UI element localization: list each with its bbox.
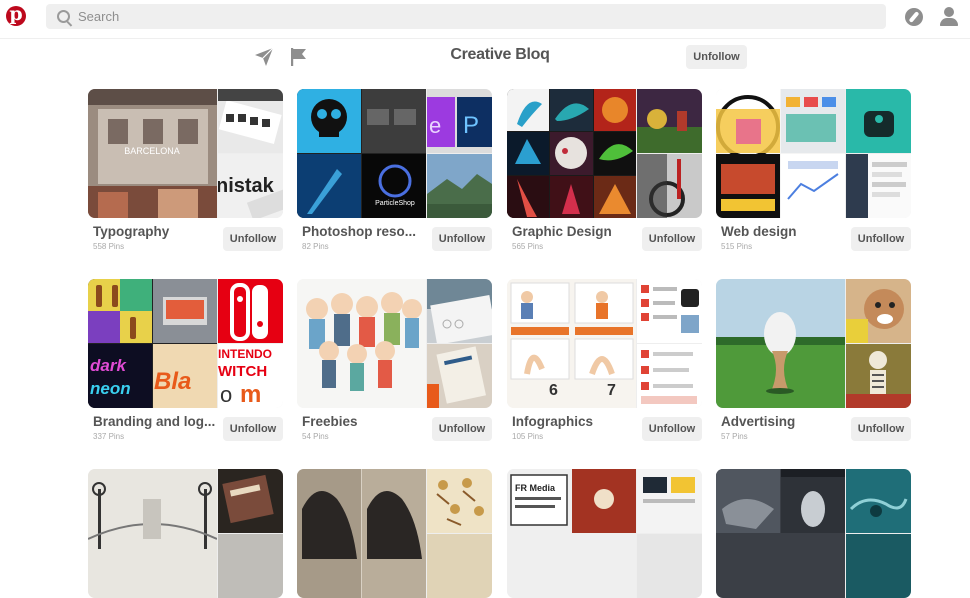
board-pin-count: 337 Pins bbox=[93, 432, 125, 441]
cover-image bbox=[846, 344, 911, 408]
board-cover[interactable] bbox=[716, 469, 911, 598]
svg-text:e: e bbox=[429, 113, 441, 138]
board-title[interactable]: Advertising bbox=[721, 414, 846, 429]
flag-icon[interactable] bbox=[289, 47, 309, 67]
board-pin-count: 515 Pins bbox=[721, 242, 753, 251]
cover-image: dark neon Bla bbox=[88, 279, 217, 408]
cover-image bbox=[637, 279, 702, 343]
board-cover[interactable] bbox=[297, 469, 492, 598]
svg-text:6: 6 bbox=[549, 382, 558, 399]
cover-image bbox=[297, 469, 426, 598]
cover-image: ParticleShop bbox=[297, 89, 426, 218]
cover-image: nistak bbox=[218, 154, 283, 218]
cover-image bbox=[846, 154, 911, 218]
svg-text:Bla: Bla bbox=[154, 368, 191, 395]
top-bar bbox=[0, 0, 970, 39]
profile-name: Creative Bloq bbox=[450, 46, 550, 63]
board-unfollow-button[interactable]: Unfollow bbox=[223, 227, 283, 251]
board-pin-count: 565 Pins bbox=[512, 242, 544, 251]
svg-text:o: o bbox=[220, 382, 232, 407]
svg-text:BARCELONA: BARCELONA bbox=[124, 146, 180, 156]
board-cover[interactable]: ParticleShop e P bbox=[297, 89, 492, 218]
board-title[interactable]: Graphic Design bbox=[512, 224, 637, 239]
search-icon bbox=[57, 10, 70, 23]
board-cover[interactable] bbox=[716, 279, 911, 408]
board-cover[interactable]: dark neon Bla INTENDO WITCH o m bbox=[88, 279, 283, 408]
svg-text:neon: neon bbox=[90, 379, 131, 398]
board-cover[interactable] bbox=[716, 89, 911, 218]
cover-image bbox=[716, 279, 845, 408]
board-cover[interactable]: BARCELONA nistak bbox=[88, 89, 283, 218]
cover-image bbox=[427, 344, 492, 408]
board-title[interactable]: Infographics bbox=[512, 414, 637, 429]
board-cover[interactable] bbox=[297, 279, 492, 408]
cover-image: e P bbox=[427, 89, 492, 153]
cover-image bbox=[218, 469, 283, 533]
cover-image bbox=[846, 89, 911, 153]
cover-image bbox=[507, 89, 636, 218]
board-title[interactable]: Typography bbox=[93, 224, 218, 239]
cover-image bbox=[637, 154, 702, 218]
cover-image: FR Media bbox=[507, 469, 636, 598]
svg-text:dark: dark bbox=[90, 356, 127, 375]
cover-image bbox=[637, 344, 702, 408]
cover-image bbox=[637, 89, 702, 153]
board-unfollow-button[interactable]: Unfollow bbox=[432, 417, 492, 441]
cover-image: INTENDO WITCH o m bbox=[218, 344, 283, 408]
board-pin-count: 558 Pins bbox=[93, 242, 125, 251]
cover-image bbox=[427, 154, 492, 218]
board-unfollow-button[interactable]: Unfollow bbox=[223, 417, 283, 441]
board-unfollow-button[interactable]: Unfollow bbox=[642, 417, 702, 441]
board-pin-count: 54 Pins bbox=[302, 432, 329, 441]
profile-unfollow-button[interactable]: Unfollow bbox=[686, 45, 747, 69]
svg-text:nistak: nistak bbox=[218, 175, 275, 197]
board-pin-count: 57 Pins bbox=[721, 432, 748, 441]
board-cover[interactable] bbox=[507, 89, 702, 218]
search-input[interactable] bbox=[78, 4, 868, 29]
cover-image bbox=[218, 279, 283, 343]
svg-text:P: P bbox=[463, 112, 479, 139]
cover-image bbox=[88, 469, 217, 598]
cover-image bbox=[716, 469, 845, 598]
board-unfollow-button[interactable]: Unfollow bbox=[642, 227, 702, 251]
svg-text:7: 7 bbox=[607, 382, 616, 399]
svg-text:m: m bbox=[240, 381, 261, 408]
board-title[interactable]: Freebies bbox=[302, 414, 427, 429]
board-pin-count: 105 Pins bbox=[512, 432, 544, 441]
pinterest-logo-icon[interactable] bbox=[6, 3, 26, 26]
board-pin-count: 82 Pins bbox=[302, 242, 329, 251]
cover-image bbox=[846, 279, 911, 343]
board-cover[interactable]: 6 7 bbox=[507, 279, 702, 408]
board-title[interactable]: Photoshop reso... bbox=[302, 224, 427, 239]
board-title[interactable]: Branding and log... bbox=[93, 414, 218, 429]
cover-image bbox=[297, 279, 426, 408]
board-unfollow-button[interactable]: Unfollow bbox=[432, 227, 492, 251]
user-icon[interactable] bbox=[940, 7, 958, 27]
cover-image bbox=[427, 279, 492, 343]
board-cover[interactable] bbox=[88, 469, 283, 598]
cover-image: 6 7 bbox=[507, 279, 636, 408]
svg-text:WITCH: WITCH bbox=[218, 363, 267, 380]
board-title[interactable]: Web design bbox=[721, 224, 846, 239]
board-unfollow-button[interactable]: Unfollow bbox=[851, 227, 911, 251]
svg-text:INTENDO: INTENDO bbox=[218, 347, 272, 361]
cover-image bbox=[846, 469, 911, 533]
cover-image bbox=[637, 469, 702, 533]
compass-icon[interactable] bbox=[905, 8, 923, 26]
send-icon[interactable] bbox=[254, 47, 274, 67]
svg-text:FR Media: FR Media bbox=[515, 483, 556, 493]
svg-text:ParticleShop: ParticleShop bbox=[375, 200, 415, 207]
cover-image bbox=[427, 469, 492, 533]
search-bar[interactable] bbox=[46, 4, 886, 29]
cover-image bbox=[716, 89, 845, 218]
cover-image bbox=[218, 89, 283, 153]
board-cover[interactable]: FR Media bbox=[507, 469, 702, 598]
cover-image: BARCELONA bbox=[88, 89, 217, 218]
board-unfollow-button[interactable]: Unfollow bbox=[851, 417, 911, 441]
